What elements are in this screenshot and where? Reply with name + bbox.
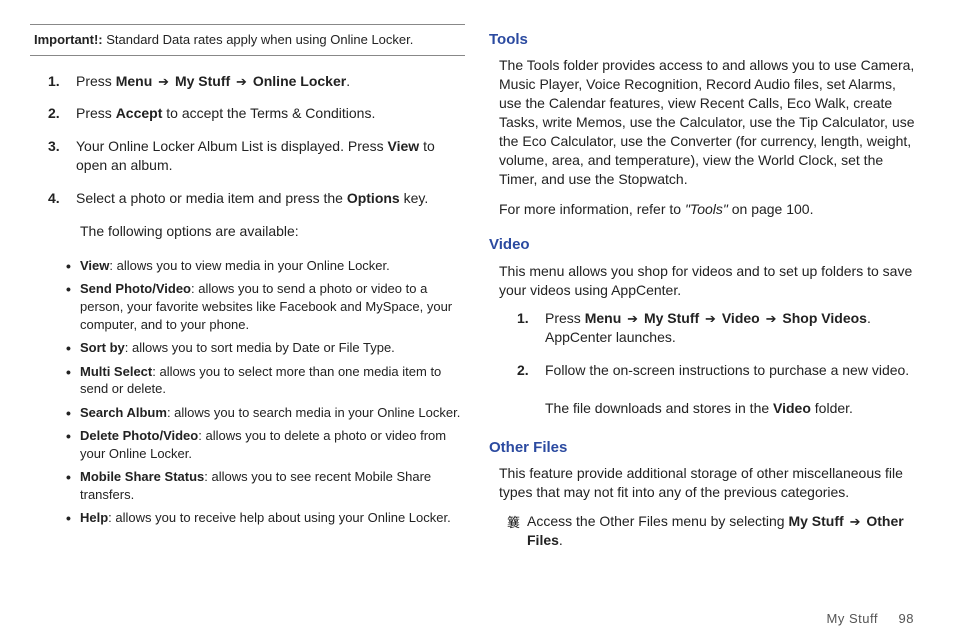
other-heading: Other Files bbox=[489, 438, 924, 458]
tools-ref: For more information, refer to "Tools" o… bbox=[499, 200, 920, 219]
option-sort: Sort by: allows you to sort media by Dat… bbox=[66, 339, 465, 357]
options-intro: The following options are available: bbox=[80, 222, 465, 241]
arrow-icon: ➔ bbox=[764, 311, 779, 326]
arrow-icon: ➔ bbox=[848, 514, 863, 529]
tools-paragraph: The Tools folder provides access to and … bbox=[499, 56, 920, 188]
option-search: Search Album: allows you to search media… bbox=[66, 404, 465, 422]
important-text: Standard Data rates apply when using Onl… bbox=[106, 32, 413, 47]
option-share: Mobile Share Status: allows you to see r… bbox=[66, 468, 465, 503]
step-4: 4. Select a photo or media item and pres… bbox=[48, 189, 465, 208]
arrow-icon: ➔ bbox=[156, 74, 171, 89]
option-send: Send Photo/Video: allows you to send a p… bbox=[66, 280, 465, 333]
video-paragraph: This menu allows you shop for videos and… bbox=[499, 262, 920, 300]
option-delete: Delete Photo/Video: allows you to delete… bbox=[66, 427, 465, 462]
page-footer: My Stuff 98 bbox=[827, 611, 914, 626]
step-1: 1. Press Menu ➔ My Stuff ➔ Online Locker… bbox=[48, 72, 465, 91]
video-heading: Video bbox=[489, 235, 924, 255]
option-help: Help: allows you to receive help about u… bbox=[66, 509, 465, 527]
step-2: 2. Press Accept to accept the Terms & Co… bbox=[48, 104, 465, 123]
other-access-line: 䉴 Access the Other Files menu by selecti… bbox=[507, 512, 924, 550]
arrow-icon: ➔ bbox=[625, 311, 640, 326]
important-note: Important!: Standard Data rates apply wh… bbox=[30, 24, 465, 56]
left-column: Important!: Standard Data rates apply wh… bbox=[30, 24, 465, 626]
option-view: View: allows you to view media in your O… bbox=[66, 257, 465, 275]
arrow-icon: ➔ bbox=[234, 74, 249, 89]
video-steps: 1. Press Menu ➔ My Stuff ➔ Video ➔ Shop … bbox=[517, 309, 924, 431]
footer-page-number: 98 bbox=[899, 611, 914, 626]
arrow-icon: ➔ bbox=[703, 311, 718, 326]
options-list: View: allows you to view media in your O… bbox=[66, 251, 465, 533]
option-multi: Multi Select: allows you to select more … bbox=[66, 363, 465, 398]
important-label: Important!: bbox=[34, 32, 103, 47]
right-column: Tools The Tools folder provides access t… bbox=[489, 24, 924, 626]
other-paragraph: This feature provide additional storage … bbox=[499, 464, 920, 502]
online-locker-steps: 1. Press Menu ➔ My Stuff ➔ Online Locker… bbox=[48, 72, 465, 222]
manual-page: Important!: Standard Data rates apply wh… bbox=[0, 0, 954, 636]
video-step-2: 2. Follow the on-screen instructions to … bbox=[517, 361, 924, 418]
footer-section: My Stuff bbox=[827, 611, 878, 626]
step-3: 3. Your Online Locker Album List is disp… bbox=[48, 137, 465, 175]
triangle-icon: 䉴 bbox=[507, 512, 527, 532]
video-step-1: 1. Press Menu ➔ My Stuff ➔ Video ➔ Shop … bbox=[517, 309, 924, 347]
tools-heading: Tools bbox=[489, 30, 924, 50]
